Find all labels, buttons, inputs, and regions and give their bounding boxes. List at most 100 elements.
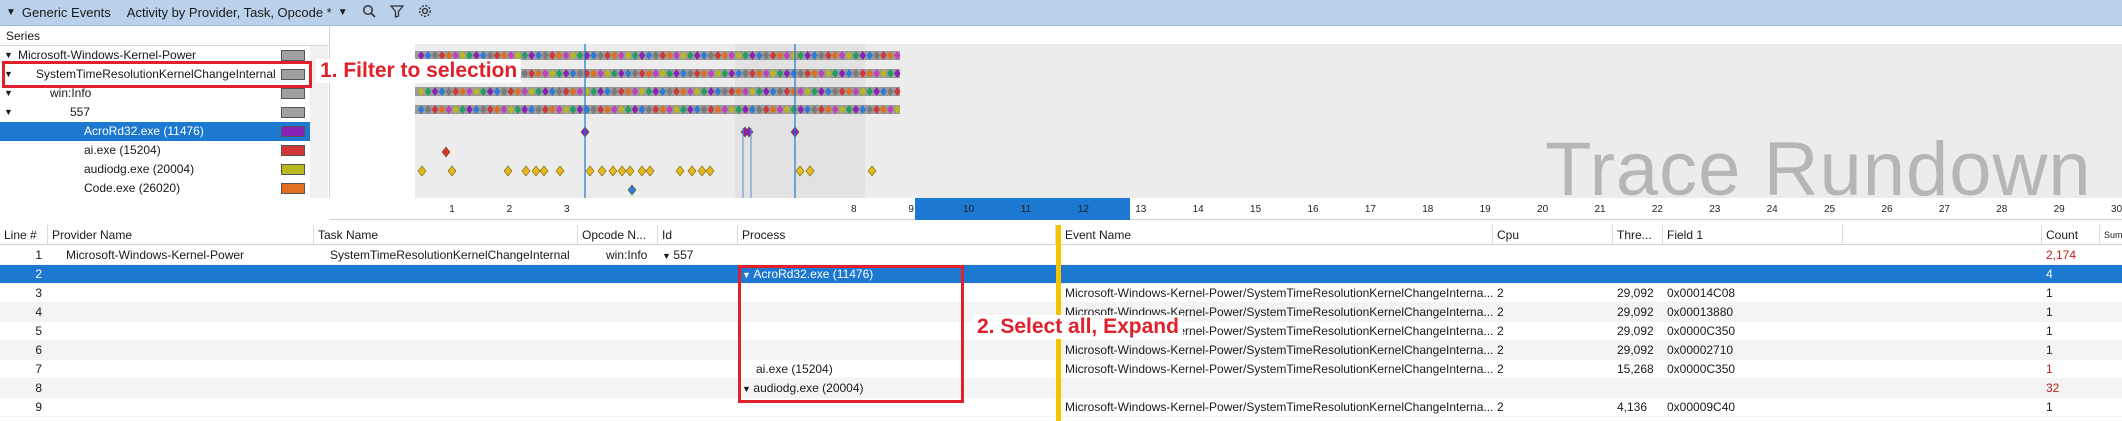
cell-provider	[48, 284, 314, 303]
series-item-label: AcroRd32.exe (11476)	[84, 124, 204, 138]
axis-tick-label: 4	[621, 204, 627, 215]
view-title-bar: ▼ Generic Events Activity by Provider, T…	[0, 0, 2122, 26]
cell-opcode	[578, 398, 658, 417]
cell-task	[314, 265, 578, 284]
cell-text: 0x0000C350	[1667, 324, 1736, 338]
cell-thread	[1613, 379, 1663, 398]
cell-provider: Microsoft-Windows-Kernel-Power	[48, 246, 314, 265]
cell-text: win:Info	[606, 248, 648, 262]
column-header[interactable]: Process	[738, 225, 1056, 245]
column-header[interactable]: Id	[658, 225, 738, 245]
preset-selector[interactable]: Activity by Provider, Task, Opcode *	[127, 5, 332, 20]
axis-tick-label: 5	[678, 204, 685, 215]
series-item[interactable]: ai.exe (15204)	[0, 141, 310, 160]
cell-text: 2	[1497, 305, 1504, 319]
column-header-spacer	[1843, 225, 2042, 245]
axis-tick-label: 25	[1824, 204, 1836, 215]
cell-text: 29,092	[1617, 286, 1654, 300]
cell-text: 2	[1497, 324, 1504, 338]
cell-task	[314, 303, 578, 322]
cell-text: 2	[35, 267, 42, 281]
cell-provider	[48, 265, 314, 284]
cell-cpu: 2	[1493, 322, 1613, 341]
cell-thread: 4,136	[1613, 398, 1663, 417]
cell-id	[658, 303, 738, 322]
column-header[interactable]: Task Name	[314, 225, 578, 245]
cell-task	[314, 379, 578, 398]
series-color-swatch[interactable]	[281, 88, 305, 99]
cell-opcode	[578, 322, 658, 341]
cell-opcode	[578, 379, 658, 398]
table-row[interactable]: 3 Microsoft-Windows-Kernel-Power/SystemTi…	[0, 284, 2122, 303]
axis-tick-label: 19	[1479, 204, 1491, 215]
column-header[interactable]: Field 1	[1663, 225, 1843, 245]
expand-arrow-icon[interactable]: ▼	[662, 251, 673, 261]
cell-thread	[1613, 246, 1663, 265]
cell-text: Microsoft-Windows-Kernel-Power	[66, 248, 245, 262]
cell-task	[314, 341, 578, 360]
timeline-graph[interactable]: Trace Rundown	[330, 44, 2122, 212]
cell-text: Microsoft-Windows-Kernel-Power/SystemTim…	[1065, 362, 1493, 376]
series-item[interactable]: ▼ 557	[0, 103, 310, 122]
series-item[interactable]: audiodg.exe (20004)	[0, 160, 310, 179]
table-row[interactable]: 8 ▼ audiodg.exe (20004) 32	[0, 379, 2122, 398]
gear-icon[interactable]	[418, 4, 432, 21]
column-header[interactable]: Provider Name	[48, 225, 314, 245]
search-icon[interactable]	[362, 4, 376, 21]
table-row[interactable]: 6 Microsoft-Windows-Kernel-Power/SystemTi…	[0, 341, 2122, 360]
cell-id	[658, 379, 738, 398]
series-color-swatch[interactable]	[281, 164, 305, 175]
column-header[interactable]: Opcode N...	[578, 225, 658, 245]
column-header[interactable]: Sum	[2100, 225, 2122, 245]
column-header[interactable]: Line #	[0, 225, 48, 245]
axis-tick-label: 12	[1077, 204, 1089, 215]
series-color-swatch[interactable]	[281, 145, 305, 156]
series-color-swatch[interactable]	[281, 107, 305, 118]
expand-arrow-icon[interactable]: ▼	[4, 103, 13, 122]
cell-field1: 0x00013880	[1663, 303, 1843, 322]
series-color-swatch[interactable]	[281, 183, 305, 194]
cell-cpu	[1493, 379, 1613, 398]
cell-opcode	[578, 341, 658, 360]
series-color-swatch[interactable]	[281, 50, 305, 61]
column-header[interactable]: Event Name	[1061, 225, 1493, 245]
series-color-swatch[interactable]	[281, 126, 305, 137]
chevron-down-icon[interactable]: ▼	[338, 7, 348, 18]
table-row[interactable]: 7 ai.exe (15204) Microsoft-Windows-Kernel-…	[0, 360, 2122, 379]
table-header: Line # Provider Name Task Name Opcode N... I…	[0, 225, 2122, 245]
axis-tick-label: 6	[736, 204, 742, 215]
cell-cpu: 2	[1493, 360, 1613, 379]
cell-id	[658, 322, 738, 341]
table-row[interactable]: 2 ▼ AcroRd32.exe (11476) 4	[0, 265, 2122, 284]
column-header[interactable]: Thre...	[1613, 225, 1663, 245]
filter-callout-box	[2, 61, 312, 88]
table-row[interactable]: 9 Microsoft-Windows-Kernel-Power/SystemTi…	[0, 398, 2122, 417]
column-header[interactable]: Count	[2042, 225, 2100, 245]
series-item-label: ai.exe (15204)	[84, 143, 161, 157]
axis-tick-label: 10	[963, 204, 975, 215]
expand-callout-box	[738, 265, 964, 403]
cell-text: 2	[1497, 400, 1504, 414]
cell-text: 15,268	[1617, 362, 1654, 376]
cell-event: Microsoft-Windows-Kernel-Power/SystemTim…	[1061, 284, 1493, 303]
cell-text: 0x00013880	[1667, 305, 1734, 319]
table-row[interactable]: 1 Microsoft-Windows-Kernel-Power SystemTim…	[0, 246, 2122, 265]
cell-count: 1	[2042, 360, 2102, 379]
cell-text: 1	[2046, 343, 2053, 357]
collapse-view-icon[interactable]: ▼	[6, 7, 16, 18]
cell-id: ▼ 557	[658, 246, 738, 265]
series-item[interactable]: AcroRd32.exe (11476)	[0, 122, 310, 141]
cell-thread: 29,092	[1613, 341, 1663, 360]
filter-icon[interactable]	[389, 4, 405, 21]
series-item[interactable]: Code.exe (26020)	[0, 179, 310, 198]
time-axis[interactable]: 1 2 3 4 5 6 7 8 9 10 11 12 13 14 15 16 17 18 19 20 21 22 23 24 2…	[330, 198, 2122, 220]
cell-text: 29,092	[1617, 305, 1654, 319]
cell-opcode: win:Info	[578, 246, 658, 265]
cell-cpu: 2	[1493, 284, 1613, 303]
cell-field1	[1663, 246, 1843, 265]
expand-callout-text: 2. Select all, Expand	[973, 315, 1183, 339]
cell-line: 4	[0, 303, 48, 322]
cell-text: Microsoft-Windows-Kernel-Power/SystemTim…	[1065, 343, 1493, 357]
cell-text: 1	[2046, 305, 2053, 319]
column-header[interactable]: Cpu	[1493, 225, 1613, 245]
